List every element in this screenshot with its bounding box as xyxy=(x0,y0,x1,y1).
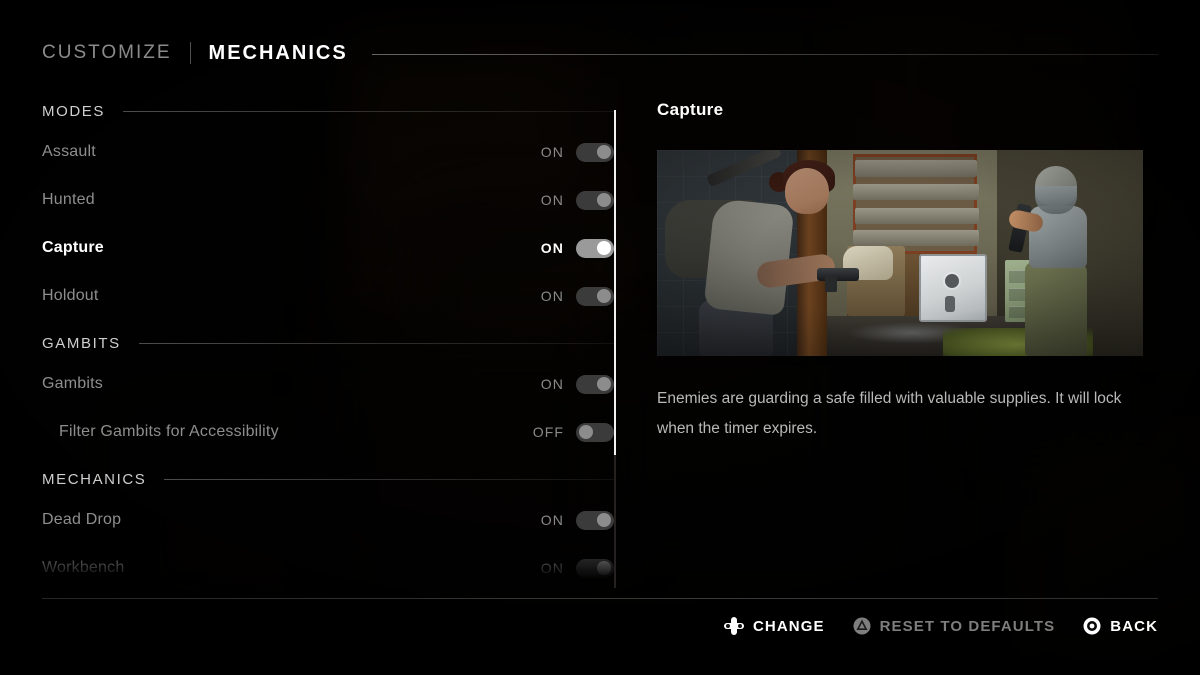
settings-row-label: Capture xyxy=(42,239,104,256)
breadcrumb: CUSTOMIZE MECHANICS xyxy=(42,36,1158,70)
section-divider xyxy=(164,478,614,480)
toggle-switch[interactable] xyxy=(576,238,614,258)
toggle-knob xyxy=(597,513,611,527)
breadcrumb-separator xyxy=(189,42,191,64)
section-divider xyxy=(123,110,614,112)
toggle-knob xyxy=(597,289,611,303)
section-divider xyxy=(138,342,614,344)
settings-row[interactable]: Assault ON xyxy=(42,134,614,170)
footer-button[interactable]: RESET TO DEFAULTS xyxy=(853,617,1056,635)
button-prompt-bar: CHANGE RESET TO DEFAULTS BACK xyxy=(723,612,1158,640)
preview-image xyxy=(657,150,1143,356)
settings-row-state: ON xyxy=(540,144,564,160)
settings-row-state: ON xyxy=(540,192,564,208)
settings-row[interactable]: Hunted ON xyxy=(42,182,614,218)
settings-row-state: ON xyxy=(540,288,564,304)
settings-row-label: Holdout xyxy=(42,287,99,304)
settings-row[interactable]: Holdout ON xyxy=(42,278,614,314)
toggle-switch[interactable] xyxy=(576,190,614,210)
section-title: MECHANICS xyxy=(42,470,147,488)
settings-row-label: Filter Gambits for Accessibility xyxy=(59,423,279,440)
settings-row[interactable]: Gambits ON xyxy=(42,366,614,402)
settings-row-label: Hunted xyxy=(42,191,95,208)
scrollbar-thumb[interactable] xyxy=(614,110,616,455)
detail-description: Enemies are guarding a safe filled with … xyxy=(657,390,1122,437)
section-header: GAMBITS xyxy=(42,332,614,354)
section-title: GAMBITS xyxy=(42,334,121,352)
toggle-switch[interactable] xyxy=(576,510,614,530)
toggle-switch[interactable] xyxy=(576,422,614,442)
section-header: MODES xyxy=(42,100,614,122)
toggle-switch[interactable] xyxy=(576,558,614,578)
section-header: MECHANICS xyxy=(42,468,614,490)
section-title: MODES xyxy=(42,102,106,120)
footer-button-label: RESET TO DEFAULTS xyxy=(879,617,1056,635)
toggle-knob xyxy=(597,145,611,159)
toggle-knob xyxy=(597,241,611,255)
footer-button[interactable]: CHANGE xyxy=(723,617,825,635)
settings-row-label: Assault xyxy=(42,143,96,160)
settings-row-label: Dead Drop xyxy=(42,511,122,528)
settings-row-state: ON xyxy=(540,560,564,576)
footer-button-label: BACK xyxy=(1110,617,1158,635)
settings-row-state: ON xyxy=(540,512,564,528)
triangle-icon xyxy=(853,617,871,635)
settings-row[interactable]: Filter Gambits for Accessibility OFF xyxy=(42,414,614,450)
toggle-knob xyxy=(597,377,611,391)
dpad-icon xyxy=(723,617,744,635)
settings-screen: CUSTOMIZE MECHANICS MODES Assault ON Hunted… xyxy=(0,0,1200,675)
detail-title: Capture xyxy=(657,100,724,119)
settings-row[interactable]: Dead Drop ON xyxy=(42,502,614,538)
toggle-switch[interactable] xyxy=(576,374,614,394)
settings-row-label: Gambits xyxy=(42,375,103,392)
settings-list[interactable]: MODES Assault ON Hunted ON Capture ON Holdout ON… xyxy=(42,100,614,580)
toggle-knob xyxy=(597,193,611,207)
settings-row[interactable]: Workbench ON xyxy=(42,550,614,580)
toggle-switch[interactable] xyxy=(576,142,614,162)
breadcrumb-current: MECHANICS xyxy=(208,41,348,64)
footer-button-label: CHANGE xyxy=(752,617,825,635)
settings-row-label: Workbench xyxy=(42,559,125,576)
footer-divider xyxy=(42,598,1158,599)
toggle-knob xyxy=(597,561,611,575)
detail-panel: Capture Enemies are guarding a safe fill… xyxy=(657,100,1143,444)
settings-row-state: ON xyxy=(540,376,564,392)
settings-row[interactable]: Capture ON xyxy=(42,230,614,266)
circle-icon xyxy=(1083,617,1101,635)
breadcrumb-parent[interactable]: CUSTOMIZE xyxy=(42,42,172,64)
settings-row-state: ON xyxy=(540,240,564,256)
settings-row-state: OFF xyxy=(532,424,564,440)
footer-button[interactable]: BACK xyxy=(1083,617,1158,635)
toggle-knob xyxy=(579,425,593,439)
toggle-switch[interactable] xyxy=(576,286,614,306)
header-divider xyxy=(371,53,1158,55)
